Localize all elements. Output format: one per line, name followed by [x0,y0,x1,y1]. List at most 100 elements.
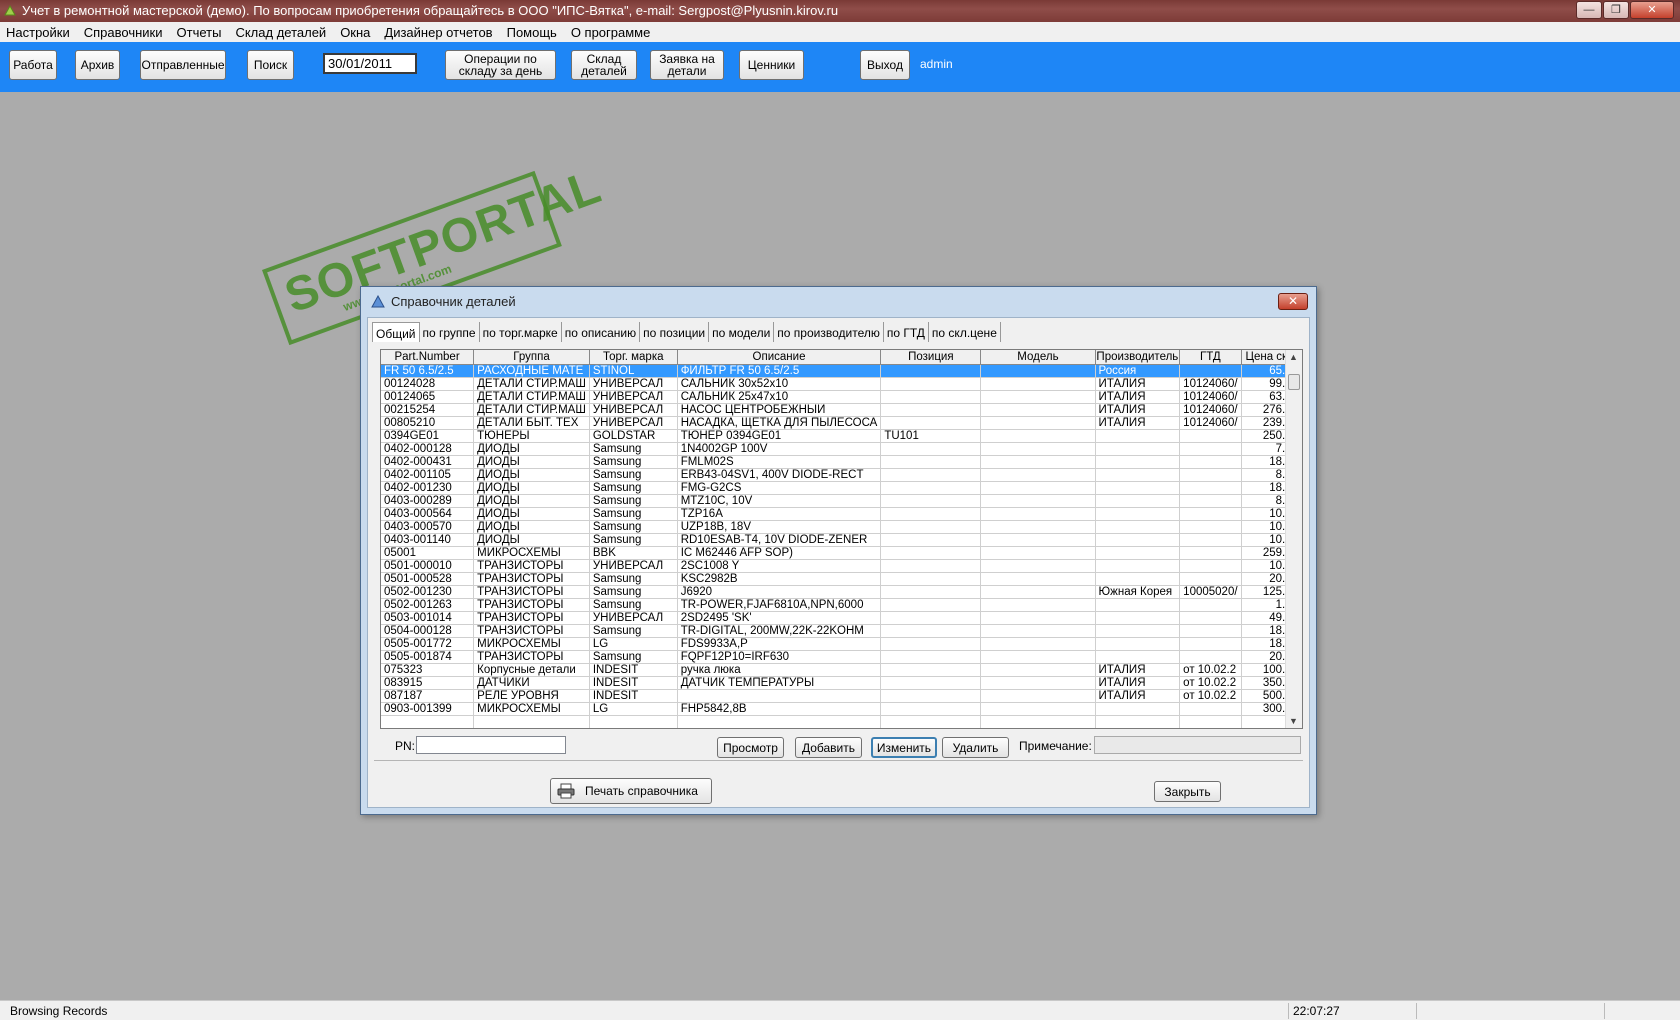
daily-stock-operations-button[interactable]: Операции по складу за день [445,50,556,80]
table-row[interactable]: 0504-000128 ТРАНЗИСТОРЫ Samsung TR-DIGITAL,… [381,624,1302,638]
col-position-cell [880,481,982,495]
tab-by-manufacturer[interactable]: по производителю [774,322,884,342]
col-manufacturer-cell [1095,455,1181,469]
parts-stock-button[interactable]: Склад деталей [571,50,637,80]
col-manufacturer-header[interactable]: Производитель [1095,350,1181,365]
col-brand-header[interactable]: Торг. марка [589,350,678,365]
price-tags-button[interactable]: Ценники [739,50,804,80]
table-row[interactable]: 0402-001105 ДИОДЫ Samsung ERB43-04SV1, 400V… [381,468,1302,482]
scroll-down-icon[interactable]: ▼ [1289,716,1298,726]
table-row[interactable]: 05001 МИКРОСХЕМЫ BBK IC M62446 AFP SOP) 259.… [381,546,1302,560]
scroll-thumb[interactable] [1288,374,1300,390]
pn-input[interactable] [416,736,566,754]
table-row[interactable]: 087187 РЕЛЕ УРОВНЯ INDESIT ИТАЛИЯ от 10.02.2… [381,689,1302,703]
pn-label: PN: [395,739,416,753]
col-group-cell: ДАТЧИКИ [473,676,590,690]
table-row[interactable] [381,715,1302,728]
col-model-header[interactable]: Модель [980,350,1096,365]
table-row[interactable]: 0403-000564 ДИОДЫ Samsung TZP16A 10.00 [381,507,1302,521]
status-time: 22:07:27 [1288,1003,1408,1019]
table-row[interactable]: 00124065 ДЕТАЛИ СТИР.МАШ УНИВЕРСАЛ САЛЬНИК … [381,390,1302,404]
menu-report-designer[interactable]: Дизайнер отчетов [382,25,494,40]
table-row[interactable]: 0403-000570 ДИОДЫ Samsung UZP18B, 18V 10.00 [381,520,1302,534]
restore-button[interactable]: ❐ [1603,1,1629,19]
close-window-button[interactable]: ✕ [1630,1,1674,19]
menu-windows[interactable]: Окна [338,25,372,40]
tab-general[interactable]: Общий [372,322,420,342]
scroll-up-icon[interactable]: ▲ [1289,352,1298,362]
table-row[interactable]: 0394GE01 ТЮНЕРЫ GOLDSTAR ТЮНЕР 0394GE01 TU10… [381,429,1302,443]
table-row[interactable]: 00124028 ДЕТАЛИ СТИР.МАШ УНИВЕРСАЛ САЛЬНИК … [381,377,1302,391]
table-row[interactable]: 0501-000528 ТРАНЗИСТОРЫ Samsung KSC2982B 20.… [381,572,1302,586]
view-button[interactable]: Просмотр [717,737,784,758]
col-brand-cell: Samsung [589,481,678,495]
parts-request-button[interactable]: Заявка на детали [650,50,724,80]
tab-by-brand[interactable]: по торг.марке [480,322,562,342]
col-description-cell: 1N4002GP 100V [677,442,882,456]
archive-button[interactable]: Архив [75,50,120,80]
table-row[interactable]: 0505-001874 ТРАНЗИСТОРЫ Samsung FQPF12P10=I… [381,650,1302,664]
vertical-scrollbar[interactable]: ▲ ▼ [1285,350,1302,728]
col-brand-cell: STINOL [589,364,678,378]
table-row[interactable]: 0402-000431 ДИОДЫ Samsung FMLM02S 18.00 [381,455,1302,469]
table-row[interactable]: 0403-001140 ДИОДЫ Samsung RD10ESAB-T4, 10V … [381,533,1302,547]
menu-about[interactable]: О программе [569,25,653,40]
table-row[interactable]: 0505-001772 МИКРОСХЕМЫ LG FDS9933A,P 18.59 [381,637,1302,651]
col-brand-cell: LG [589,637,678,651]
col-model-cell [980,507,1096,521]
table-row[interactable]: 0501-000010 ТРАНЗИСТОРЫ УНИВЕРСАЛ 2SC1008 Y… [381,559,1302,573]
close-button[interactable]: Закрыть [1154,781,1221,802]
add-button[interactable]: Добавить [795,737,862,758]
col-position-header[interactable]: Позиция [880,350,982,365]
col-customs-cell: от 10.02.2 [1179,663,1242,677]
col-customs-header[interactable]: ГТД [1179,350,1242,365]
menu-directories[interactable]: Справочники [82,25,165,40]
delete-button[interactable]: Удалить [942,737,1009,758]
printer-icon [557,783,575,799]
work-button[interactable]: Работа [9,50,57,80]
exit-button[interactable]: Выход [860,50,910,80]
table-row[interactable]: 0502-001263 ТРАНЗИСТОРЫ Samsung TR-POWER,FJ… [381,598,1302,612]
tab-by-description[interactable]: по описанию [562,322,641,342]
menu-parts-stock[interactable]: Склад деталей [233,25,328,40]
table-row[interactable]: 0402-001230 ДИОДЫ Samsung FMG-G2CS 18.00 [381,481,1302,495]
menu-help[interactable]: Помощь [505,25,559,40]
search-button[interactable]: Поиск [247,50,294,80]
col-brand-cell: УНИВЕРСАЛ [589,611,678,625]
tab-by-group[interactable]: по группе [420,322,480,342]
tab-by-customs-declaration[interactable]: по ГТД [884,322,929,342]
minimize-button[interactable]: — [1576,1,1602,19]
col-description-cell: FHP5842,8B [677,702,882,716]
col-description-header[interactable]: Описание [677,350,882,365]
table-row[interactable]: 083915 ДАТЧИКИ INDESIT ДАТЧИК ТЕМПЕРАТУРЫ ИТ… [381,676,1302,690]
print-directory-button[interactable]: Печать справочника [550,778,712,804]
col-model-cell [980,481,1096,495]
col-part-number-header[interactable]: Part.Number [381,350,475,365]
date-field[interactable]: 30/01/2011 [323,53,417,74]
menu-settings[interactable]: Настройки [4,25,72,40]
col-model-cell [980,533,1096,547]
col-position-cell [880,611,982,625]
table-row[interactable]: 00805210 ДЕТАЛИ БЫТ. ТЕХ УНИВЕРСАЛ НАСАДКА,… [381,416,1302,430]
sent-button[interactable]: Отправленные [140,50,226,80]
col-description-cell: ТЮНЕР 0394GE01 [677,429,882,443]
dialog-close-icon[interactable]: ✕ [1278,293,1308,310]
menu-reports[interactable]: Отчеты [175,25,224,40]
table-row[interactable]: FR 50 6.5/2.5 РАСХОДНЫЕ МАТЕ STINOL ФИЛЬТР … [381,364,1302,378]
table-row[interactable]: 00215254 ДЕТАЛИ СТИР.МАШ УНИВЕРСАЛ НАСОС ЦЕ… [381,403,1302,417]
col-description-cell: RD10ESAB-T4, 10V DIODE-ZENER [677,533,882,547]
table-row[interactable]: 0403-000289ДИОДЫSamsungMTZ10C, 10V8.00 [381,494,1302,508]
parts-directory-dialog: Справочник деталей ✕ Общий по группе по … [360,286,1317,815]
col-model-cell [980,624,1096,638]
table-row[interactable]: 0502-001230 ТРАНЗИСТОРЫ Samsung J6920 Южная … [381,585,1302,599]
col-group-header[interactable]: Группа [473,350,590,365]
table-row[interactable]: 075323 Корпусные детали INDESIT ручка люка И… [381,663,1302,677]
table-row[interactable]: 0402-000128ДИОДЫSamsung1N4002GP 100V7.00 [381,442,1302,456]
edit-button[interactable]: Изменить [871,737,937,758]
tab-by-position[interactable]: по позиции [640,322,710,342]
col-model-cell [980,429,1096,443]
table-row[interactable]: 0503-001014 ТРАНЗИСТОРЫ УНИВЕРСАЛ 2SD2495 '… [381,611,1302,625]
tab-by-stock-price[interactable]: по скл.цене [929,322,1001,342]
table-row[interactable]: 0903-001399 МИКРОСХЕМЫ LG FHP5842,8B 300.00 [381,702,1302,716]
tab-by-model[interactable]: по модели [709,322,775,342]
